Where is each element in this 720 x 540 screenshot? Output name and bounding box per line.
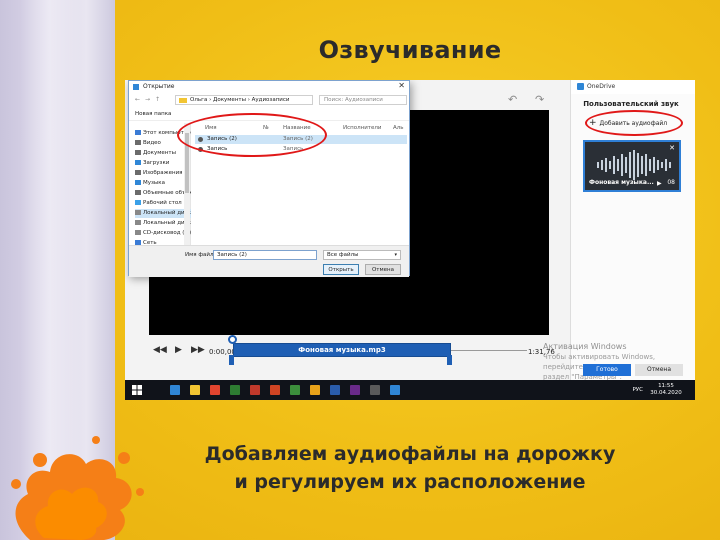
nav-item-icon — [135, 160, 141, 165]
taskbar-app-icon[interactable] — [310, 385, 320, 395]
taskbar-app-icon[interactable] — [170, 385, 180, 395]
onedrive-icon — [577, 83, 584, 90]
dialog-cancel-button[interactable]: Отмена — [365, 264, 401, 275]
app-icon — [133, 84, 139, 90]
up-icon[interactable]: ↑ — [155, 96, 160, 103]
nav-item-label: Загрузки — [143, 160, 170, 166]
filetype-select[interactable]: Все файлы ▾ — [323, 250, 401, 260]
dialog-footer: Имя файла: Запись (2) Все файлы ▾ Открыт… — [129, 245, 409, 277]
caption-line1: Добавляем аудиофайлы на дорожку — [204, 443, 616, 465]
remove-clip-icon[interactable]: ✕ — [669, 144, 675, 152]
nav-item-icon — [135, 190, 141, 195]
filetype-value: Все файлы — [327, 252, 359, 258]
cancel-button[interactable]: Отмена — [635, 364, 683, 376]
open-file-dialog: Открытие ✕ ← → ↑ Ольга › Документы › Ауд… — [128, 80, 410, 277]
nav-item-icon — [135, 200, 141, 205]
filename-input[interactable]: Запись (2) — [213, 250, 317, 260]
address-path: Ольга › Документы › Аудиозаписи — [190, 97, 290, 103]
taskbar-app-icon[interactable] — [270, 385, 280, 395]
taskbar-app-icon[interactable] — [390, 385, 400, 395]
taskbar-app-icon[interactable] — [190, 385, 200, 395]
nav-item-icon — [135, 210, 141, 215]
audio-clip-card[interactable]: ✕ Фоновая музыка... ▶ 08 — [583, 140, 681, 192]
nav-item-icon — [135, 170, 141, 175]
nav-item[interactable]: Объемные объекты — [135, 189, 191, 198]
nav-item[interactable]: Документы — [135, 149, 191, 158]
windows-start-icon[interactable] — [132, 385, 142, 395]
nav-item-icon — [135, 150, 141, 155]
taskbar-app-icon[interactable] — [210, 385, 220, 395]
taskbar-clock[interactable]: 11:55 30.04.2020 — [649, 383, 683, 397]
clip-label: Фоновая музыка... — [589, 179, 654, 186]
play-icon[interactable]: ▶ — [175, 345, 182, 355]
taskbar-app-icon[interactable] — [330, 385, 340, 395]
highlight-ellipse-add-audio — [585, 110, 683, 136]
nav-item-icon — [135, 230, 141, 235]
open-button[interactable]: Открыть — [323, 264, 359, 275]
clip-duration: 08 — [667, 179, 675, 186]
taskbar-app-icon[interactable] — [290, 385, 300, 395]
taskbar-app-icon[interactable] — [370, 385, 380, 395]
chevron-down-icon: ▾ — [394, 252, 397, 258]
redo-icon[interactable]: ↷ — [535, 93, 544, 106]
address-row: ← → ↑ Ольга › Документы › Аудиозаписи По… — [131, 95, 409, 106]
slide-caption: Добавляем аудиофайлы на дорожку и регули… — [125, 440, 695, 496]
windows-activation-watermark: Активация Windows Чтобы активировать Win… — [543, 342, 693, 382]
close-icon[interactable]: ✕ — [398, 81, 405, 90]
undo-icon[interactable]: ↶ — [508, 93, 517, 106]
folder-icon — [179, 98, 187, 103]
language-indicator[interactable]: РУС — [632, 387, 643, 393]
nav-item-icon — [135, 130, 141, 135]
audio-track-label: Фоновая музыка.mp3 — [298, 346, 386, 354]
nav-item[interactable]: Рабочий стол — [135, 199, 191, 208]
timeline-rail — [451, 350, 527, 351]
nav-item[interactable]: Музыка — [135, 179, 191, 188]
nav-item-label: Видео — [143, 140, 161, 146]
track-end-handle[interactable] — [447, 355, 452, 365]
nav-item[interactable]: CD-дисковод (F:) — [135, 229, 191, 238]
playhead-handle[interactable] — [228, 335, 237, 344]
highlight-ellipse-files — [177, 113, 327, 157]
column-header[interactable]: Исполнители — [343, 125, 381, 131]
nav-item[interactable]: Локальный диск — [135, 219, 191, 228]
nav-item[interactable]: Локальный диск (C:) — [135, 209, 191, 218]
new-folder-button[interactable]: Новая папка — [135, 111, 171, 117]
back-icon[interactable]: ← — [135, 96, 140, 103]
clock-date: 30.04.2020 — [650, 390, 682, 396]
taskbar-app-icon[interactable] — [230, 385, 240, 395]
dialog-titlebar: Открытие ✕ — [129, 81, 409, 93]
nav-item-icon — [135, 180, 141, 185]
skip-forward-icon[interactable]: ▶▶ — [191, 345, 205, 355]
timeline: ◀◀ ▶ ▶▶ 0:00,00 Фоновая музыка.mp3 1:31,… — [125, 335, 570, 380]
caption-line2: и регулируем их расположение — [234, 471, 586, 493]
taskbar-app-icon[interactable] — [350, 385, 360, 395]
taskbar: РУС 11:55 30.04.2020 — [125, 380, 695, 400]
nav-item[interactable]: Загрузки — [135, 159, 191, 168]
search-input[interactable]: Поиск: Аудиозаписи — [319, 95, 407, 105]
column-header[interactable]: Аль — [393, 125, 404, 131]
dialog-title: Открытие — [143, 83, 175, 90]
nav-item-label: Изображения — [143, 170, 183, 176]
slide-title: Озвучивание — [318, 36, 502, 64]
track-start-handle[interactable] — [229, 355, 234, 365]
nav-item-label: Рабочий стол — [143, 200, 182, 206]
activation-title: Активация Windows — [543, 342, 627, 351]
nav-item[interactable]: Изображения — [135, 169, 191, 178]
address-bar[interactable]: Ольга › Документы › Аудиозаписи — [175, 95, 313, 105]
clip-play-icon[interactable]: ▶ — [657, 180, 662, 187]
done-button[interactable]: Готово — [583, 364, 631, 376]
audio-track[interactable]: Фоновая музыка.mp3 — [233, 343, 451, 357]
panel-app-name: OneDrive — [587, 83, 616, 90]
forward-icon[interactable]: → — [145, 96, 150, 103]
nav-item-icon — [135, 140, 141, 145]
nav-item-label: Музыка — [143, 180, 165, 186]
skip-back-icon[interactable]: ◀◀ — [153, 345, 167, 355]
waveform-graphic — [597, 150, 671, 180]
nav-item-icon — [135, 220, 141, 225]
panel-title: Пользовательский звук — [583, 100, 679, 108]
clock-time: 11:55 — [658, 383, 674, 389]
panel-titlebar: OneDrive — [571, 80, 695, 94]
nav-item-label: Документы — [143, 150, 176, 156]
taskbar-app-icon[interactable] — [250, 385, 260, 395]
